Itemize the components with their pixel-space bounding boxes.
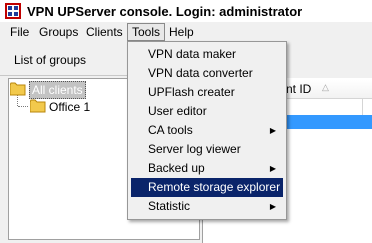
menu-item-label: CA tools	[148, 123, 193, 137]
menu-item-label: UPFlash creater	[148, 85, 235, 99]
menu-clients[interactable]: Clients	[82, 24, 127, 40]
menu-item-label: User editor	[148, 104, 207, 118]
tree-connector	[18, 106, 28, 107]
menu-item-vpn-data-converter[interactable]: VPN data converter	[131, 64, 283, 83]
menu-help[interactable]: Help	[165, 24, 198, 40]
title-bar: VPN UPServer console. Login: administrat…	[0, 0, 372, 23]
tree-node-label: Office 1	[49, 100, 91, 114]
submenu-arrow-icon: ▶	[269, 202, 276, 211]
menu-item-remote-storage-explorer[interactable]: Remote storage explorer	[131, 178, 283, 197]
tools-menu: VPN data maker VPN data converter UPFlas…	[127, 41, 287, 220]
table-row-selected[interactable]	[284, 115, 372, 129]
folder-icon	[10, 82, 26, 96]
menu-item-ca-tools[interactable]: CA tools ▶	[131, 121, 283, 140]
table-row[interactable]	[284, 98, 372, 116]
submenu-arrow-icon: ▶	[269, 164, 276, 173]
sort-arrow-icon: △	[322, 82, 329, 92]
folder-icon	[30, 99, 46, 113]
menu-item-label: VPN data maker	[148, 47, 237, 61]
menu-file[interactable]: File	[6, 24, 33, 40]
menu-item-label: Server log viewer	[148, 142, 241, 156]
tree-node-label: All clients	[29, 81, 86, 99]
menu-tools[interactable]: Tools	[127, 23, 166, 41]
menu-item-server-log-viewer[interactable]: Server log viewer	[131, 140, 283, 159]
menu-item-user-editor[interactable]: User editor	[131, 102, 283, 121]
app-icon	[5, 3, 21, 19]
menu-bar: File Groups Clients Tools Help	[0, 22, 372, 42]
window-title: VPN UPServer console. Login: administrat…	[27, 4, 303, 19]
submenu-arrow-icon: ▶	[269, 126, 276, 135]
menu-item-label: Statistic	[148, 199, 191, 213]
menu-item-upflash-creater[interactable]: UPFlash creater	[131, 83, 283, 102]
menu-item-label: Remote storage explorer	[148, 180, 281, 194]
grid-divider	[362, 98, 363, 115]
menu-groups[interactable]: Groups	[35, 24, 82, 40]
menu-item-backed-up[interactable]: Backed up ▶	[131, 159, 283, 178]
grid-column-header[interactable]: nt ID △	[284, 80, 372, 99]
menu-item-statistic[interactable]: Statistic ▶	[131, 197, 283, 216]
column-header-label: nt ID	[286, 82, 312, 96]
menu-item-label: Backed up	[148, 161, 205, 175]
menu-item-label: VPN data converter	[148, 66, 253, 80]
menu-item-vpn-data-maker[interactable]: VPN data maker	[131, 45, 283, 64]
groups-panel-title: List of groups	[14, 53, 87, 67]
